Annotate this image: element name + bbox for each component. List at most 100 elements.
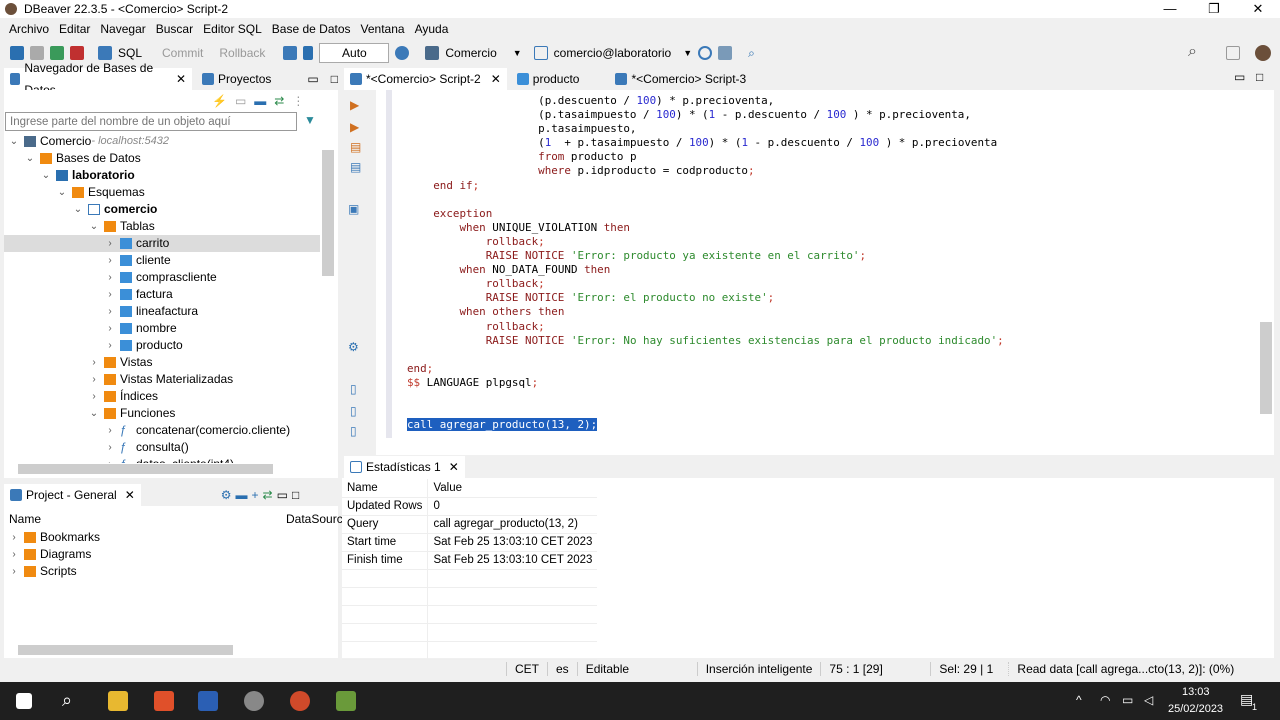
chevron-right-icon[interactable]: › xyxy=(104,337,116,354)
rollback-button[interactable]: Rollback xyxy=(219,46,265,60)
tray-chevron-icon[interactable]: ^ xyxy=(1076,693,1082,707)
search-icon[interactable]: ⌕ xyxy=(62,690,72,711)
word-icon[interactable] xyxy=(198,691,218,711)
tree-node[interactable]: › cliente xyxy=(4,252,320,269)
brave-browser-icon[interactable] xyxy=(154,691,174,711)
minimize-button[interactable]: — xyxy=(1148,0,1192,18)
chevron-down-icon[interactable]: ⌄ xyxy=(24,150,36,167)
tree-node[interactable]: › comprascliente xyxy=(4,269,320,286)
maximize-editor-icon[interactable]: □ xyxy=(1256,70,1263,84)
minimize-panel-icon[interactable]: ▭ xyxy=(307,72,318,86)
column-header-datasource[interactable]: DataSource xyxy=(286,512,349,526)
maximize-panel-icon[interactable]: □ xyxy=(292,488,299,502)
tree-node[interactable]: › ƒ concatenar(comercio.cliente) xyxy=(4,422,320,439)
menu-buscar[interactable]: Buscar xyxy=(151,19,198,39)
terminal-icon[interactable]: ▣ xyxy=(348,202,359,216)
menu-ventana[interactable]: Ventana xyxy=(356,19,410,39)
filter-icon[interactable]: ▼ xyxy=(304,113,316,127)
chevron-right-icon[interactable]: › xyxy=(104,320,116,337)
menu-base-de-datos[interactable]: Base de Datos xyxy=(267,19,356,39)
tree-node[interactable]: › Índices xyxy=(4,388,320,405)
powerpoint-icon[interactable] xyxy=(290,691,310,711)
collapse-icon[interactable]: ▬ xyxy=(236,488,248,502)
minimize-panel-icon[interactable]: ▭ xyxy=(277,488,288,502)
close-button[interactable]: ✕ xyxy=(1236,0,1280,18)
menu-editar[interactable]: Editar xyxy=(54,19,95,39)
new-connection-icon[interactable]: ⚡ xyxy=(212,94,227,108)
tree-node[interactable]: › nombre xyxy=(4,320,320,337)
tab-statistics[interactable]: Estadísticas 1 ✕ xyxy=(344,456,465,478)
explain-plan-icon[interactable]: ▤ xyxy=(350,140,361,154)
tree-node[interactable]: ⌄ Esquemas xyxy=(4,184,320,201)
execute-script-icon[interactable]: ▶ xyxy=(350,120,359,134)
close-icon[interactable]: ✕ xyxy=(125,484,135,506)
column-header-name[interactable]: Name xyxy=(9,512,41,526)
new-folder-icon[interactable]: ▭ xyxy=(235,94,246,108)
perspective-icon[interactable] xyxy=(1226,46,1240,60)
tree-node[interactable]: ⌄ Comercio - localhost:5432 xyxy=(4,133,320,150)
erd-icon[interactable] xyxy=(718,46,733,60)
tree-node[interactable]: › carrito xyxy=(4,235,320,252)
close-icon[interactable]: ✕ xyxy=(491,68,501,90)
tree-node[interactable]: › producto xyxy=(4,337,320,354)
tree-node[interactable]: ⌄ Funciones xyxy=(4,405,320,422)
expand-icon[interactable]: + xyxy=(252,488,259,502)
dashboard-icon[interactable] xyxy=(698,46,713,60)
tab-editor-2[interactable]: *<Comercio> Script-3 xyxy=(609,68,752,90)
more-icon[interactable]: ⋮ xyxy=(292,94,304,108)
maximize-panel-icon[interactable]: □ xyxy=(331,72,338,86)
chevron-right-icon[interactable]: › xyxy=(104,252,116,269)
tab-project-general[interactable]: Project - General ✕ xyxy=(4,484,141,506)
lock-icon[interactable] xyxy=(303,46,314,60)
notepad-plus-icon[interactable] xyxy=(336,691,356,711)
chevron-down-icon[interactable]: ⌄ xyxy=(40,167,52,184)
tree-node[interactable]: ⌄ Bases de Datos xyxy=(4,150,320,167)
dbeaver-perspective-icon[interactable] xyxy=(1255,45,1271,61)
column-header-name[interactable]: Name xyxy=(342,479,429,498)
close-icon[interactable]: ✕ xyxy=(176,68,186,90)
navigator-scrollbar[interactable] xyxy=(322,150,334,276)
menu-navegar[interactable]: Navegar xyxy=(95,19,150,39)
chevron-right-icon[interactable]: › xyxy=(8,546,20,563)
tree-node[interactable]: › ƒ datos_cliente(int4) xyxy=(4,456,320,463)
tree-node[interactable]: › factura xyxy=(4,286,320,303)
link-editor-icon[interactable]: ⇄ xyxy=(274,94,284,108)
tree-node[interactable]: › lineafactura xyxy=(4,303,320,320)
datasource-selector[interactable]: Comercio xyxy=(445,46,496,60)
chevron-right-icon[interactable]: › xyxy=(8,529,20,546)
chevron-down-icon[interactable]: ⌄ xyxy=(56,184,68,201)
chevron-down-icon[interactable]: ▼ xyxy=(683,48,692,58)
chevron-right-icon[interactable]: › xyxy=(104,286,116,303)
chevron-right-icon[interactable]: › xyxy=(88,388,100,405)
navigator-filter-input[interactable] xyxy=(5,112,297,131)
tree-node[interactable]: ⌄ laboratorio xyxy=(4,167,320,184)
dbeaver-taskbar-icon[interactable] xyxy=(244,691,264,711)
chevron-right-icon[interactable]: › xyxy=(104,439,116,456)
commit-button[interactable]: Commit xyxy=(162,46,203,60)
editor-vscrollbar[interactable] xyxy=(1260,322,1272,414)
table-row[interactable]: Query call agregar_producto(13, 2) xyxy=(342,515,598,534)
commit-mode-field[interactable]: Auto xyxy=(319,43,390,63)
wifi-icon[interactable]: ◠ xyxy=(1100,693,1110,707)
tree-node[interactable]: ⌄ Tablas xyxy=(4,218,320,235)
close-icon[interactable]: ✕ xyxy=(449,456,459,478)
chevron-down-icon[interactable]: ▼ xyxy=(513,48,522,58)
chevron-down-icon[interactable]: ⌄ xyxy=(72,201,84,218)
tree-node[interactable]: › Vistas Materializadas xyxy=(4,371,320,388)
tab-projects[interactable]: Proyectos xyxy=(196,68,277,90)
tree-node[interactable]: ⌄ comercio xyxy=(4,201,320,218)
clock-time[interactable]: 13:03 xyxy=(1182,686,1210,698)
project-item[interactable]: › Scripts xyxy=(8,563,100,580)
project-item[interactable]: › Bookmarks xyxy=(8,529,100,546)
chevron-right-icon[interactable]: › xyxy=(104,235,116,252)
collapse-all-icon[interactable]: ▬ xyxy=(254,94,266,108)
project-hscrollbar[interactable] xyxy=(18,645,233,655)
table-row[interactable]: Start time Sat Feb 25 13:03:10 CET 2023 xyxy=(342,533,598,552)
battery-icon[interactable]: ▭ xyxy=(1122,693,1133,707)
table-row[interactable]: Finish time Sat Feb 25 13:03:10 CET 2023 xyxy=(342,551,598,570)
tab-database-navigator[interactable]: Navegador de Bases de Datos✕ xyxy=(4,61,193,97)
execute-statement-icon[interactable]: ▶ xyxy=(350,98,359,112)
format-icon[interactable]: ▯ xyxy=(350,424,357,438)
navigator-hscrollbar[interactable] xyxy=(18,464,273,474)
tab-editor-0[interactable]: *<Comercio> Script-2 ✕ xyxy=(344,68,507,90)
